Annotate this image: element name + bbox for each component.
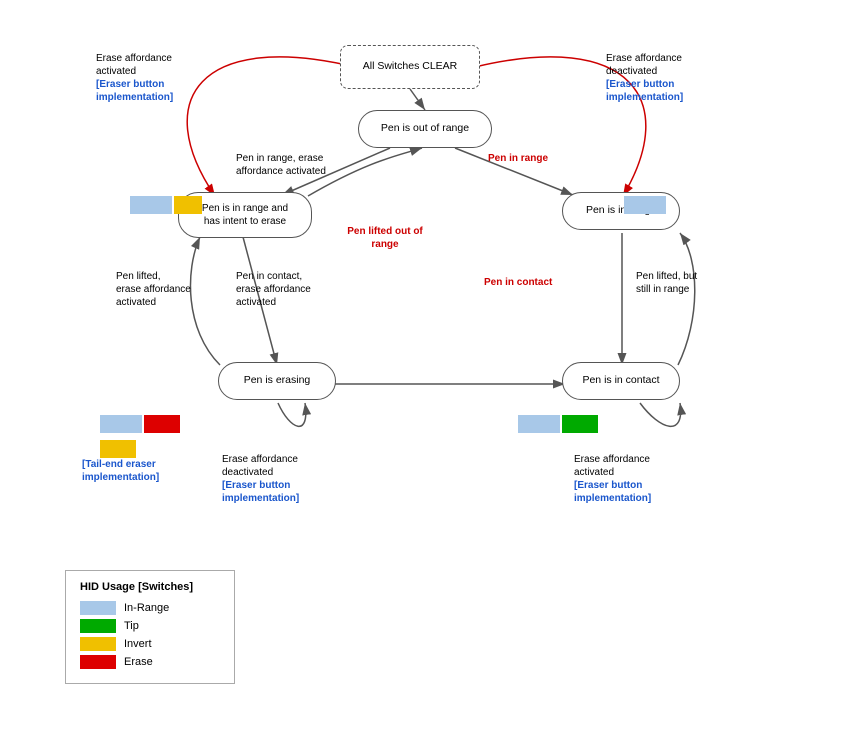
indicator-contact-green xyxy=(562,415,598,433)
label-erase-aff-activated-bottom: Erase affordanceactivated[Eraser buttoni… xyxy=(574,453,694,505)
indicator-in-range-erase-yellow xyxy=(174,196,202,214)
legend-row-erase: Erase xyxy=(80,655,220,669)
node-label-clear: All Switches CLEAR xyxy=(363,60,458,74)
legend-swatch-erase xyxy=(80,655,116,669)
node-label-in-contact: Pen is in contact xyxy=(582,374,659,388)
legend-title: HID Usage [Switches] xyxy=(80,581,220,593)
legend-label-tip: Tip xyxy=(124,620,139,632)
legend-row-invert: Invert xyxy=(80,637,220,651)
indicator-in-range-erase-blue xyxy=(130,196,172,214)
label-erase-activated-left: Erase affordanceactivated[Eraser buttoni… xyxy=(96,52,216,104)
label-pen-contact-erase-aff: Pen in contact,erase affordanceactivated xyxy=(236,270,346,309)
legend: HID Usage [Switches] In-Range Tip Invert… xyxy=(65,570,235,684)
node-label-out-of-range: Pen is out of range xyxy=(381,122,469,136)
node-label-in-range-erase: Pen is in range and has intent to erase xyxy=(202,202,288,228)
indicator-in-range-blue xyxy=(624,196,666,214)
label-tail-end-eraser: [Tail-end eraserimplementation] xyxy=(82,458,192,484)
legend-label-invert: Invert xyxy=(124,638,152,650)
label-pen-lifted-erase-aff: Pen lifted,erase affordanceactivated xyxy=(116,270,216,309)
node-pen-erasing: Pen is erasing xyxy=(218,362,336,400)
legend-swatch-in-range xyxy=(80,601,116,615)
node-pen-in-contact: Pen is in contact xyxy=(562,362,680,400)
label-pen-contact-right: Pen in contact xyxy=(484,276,574,289)
diagram: All Switches CLEAR Pen is out of range P… xyxy=(0,0,864,755)
indicator-erasing-red xyxy=(144,415,180,433)
label-erase-deactivated-right: Erase affordancedeactivated[Eraser butto… xyxy=(606,52,736,104)
indicator-erasing-blue xyxy=(100,415,142,433)
legend-swatch-invert xyxy=(80,637,116,651)
label-erase-aff-deactivated-bottom: Erase affordancedeactivated[Eraser butto… xyxy=(222,453,342,505)
legend-row-in-range: In-Range xyxy=(80,601,220,615)
node-all-switches-clear: All Switches CLEAR xyxy=(340,45,480,89)
node-label-erasing: Pen is erasing xyxy=(244,374,311,388)
node-pen-out-of-range: Pen is out of range xyxy=(358,110,492,148)
legend-label-erase: Erase xyxy=(124,656,153,668)
indicator-tail-end-yellow xyxy=(100,440,136,458)
label-pen-lifted-out-range: Pen lifted out ofrange xyxy=(330,225,440,251)
label-pen-in-range-erase-activated: Pen in range, eraseaffordance activated xyxy=(236,152,366,178)
legend-swatch-tip xyxy=(80,619,116,633)
label-pen-in-range-right: Pen in range xyxy=(488,152,578,165)
label-pen-lifted-still-range: Pen lifted, butstill in range xyxy=(636,270,726,296)
indicator-contact-blue xyxy=(518,415,560,433)
legend-row-tip: Tip xyxy=(80,619,220,633)
legend-label-in-range: In-Range xyxy=(124,602,169,614)
